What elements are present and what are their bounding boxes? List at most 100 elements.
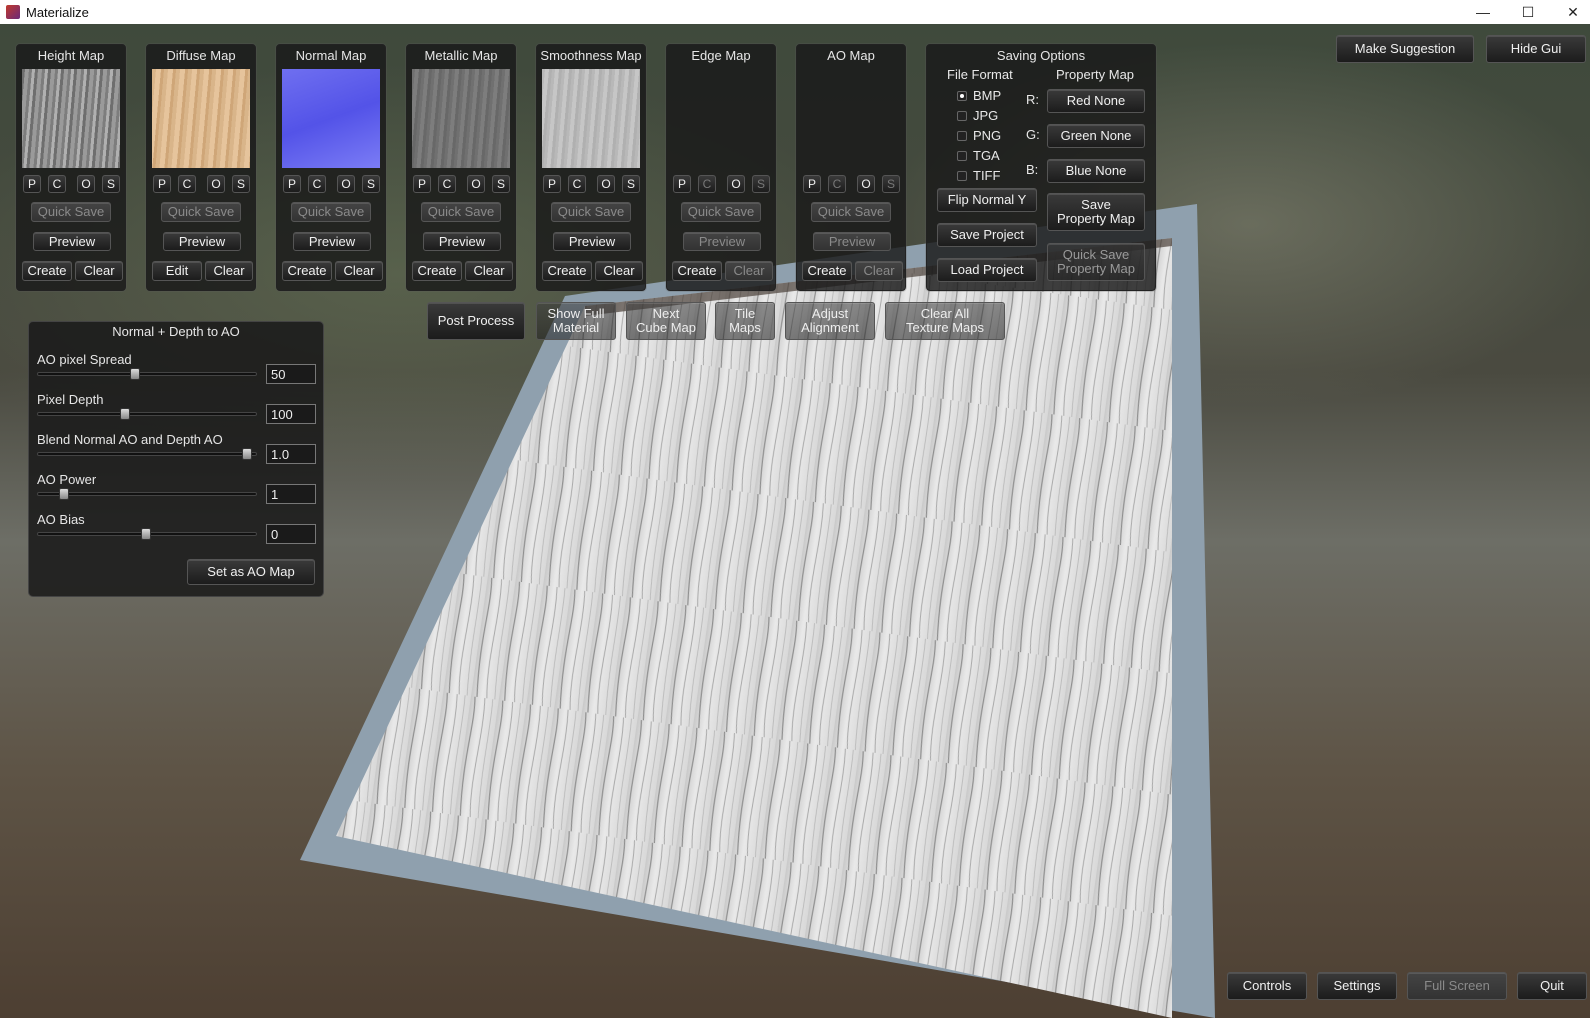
p-button[interactable]: P <box>283 175 301 193</box>
close-icon[interactable]: ✕ <box>1550 0 1590 24</box>
ao-bias-slider[interactable] <box>37 528 257 540</box>
quick-save-button[interactable]: Quick Save <box>161 202 241 222</box>
slider-thumb[interactable] <box>120 408 130 420</box>
format-option-png[interactable]: PNG <box>957 128 1001 143</box>
radio-icon[interactable] <box>957 110 967 121</box>
minimize-icon[interactable]: — <box>1460 0 1506 24</box>
create-button[interactable]: Create <box>412 261 462 281</box>
preview-button[interactable]: Preview <box>33 232 111 251</box>
quick-save-button[interactable]: Quick Save <box>681 202 761 222</box>
quick-save-button[interactable]: Quick Save <box>31 202 111 222</box>
p-button[interactable]: P <box>543 175 561 193</box>
c-button[interactable]: C <box>438 175 456 193</box>
preview-button[interactable]: Preview <box>553 232 631 251</box>
s-button[interactable]: S <box>752 175 770 193</box>
height-map-thumbnail[interactable] <box>22 69 120 168</box>
o-button[interactable]: O <box>597 175 615 193</box>
o-button[interactable]: O <box>467 175 485 193</box>
slider-thumb[interactable] <box>130 368 140 380</box>
set-as-ao-map-button[interactable]: Set as AO Map <box>187 559 315 585</box>
s-button[interactable]: S <box>102 175 120 193</box>
create-button[interactable]: Create <box>282 261 332 281</box>
radio-icon[interactable] <box>957 90 967 101</box>
c-button[interactable]: C <box>698 175 716 193</box>
quick-save-button[interactable]: Quick Save <box>291 202 371 222</box>
save-property-map-button[interactable]: Save Property Map <box>1047 193 1145 231</box>
s-button[interactable]: S <box>232 175 250 193</box>
preview-button[interactable]: Preview <box>163 232 241 251</box>
p-button[interactable]: P <box>23 175 41 193</box>
normal-map-thumbnail[interactable] <box>282 69 380 168</box>
load-project-button[interactable]: Load Project <box>937 258 1037 282</box>
show-full-material-button[interactable]: Show Full Material <box>536 302 616 340</box>
adjust-alignment-button[interactable]: Adjust Alignment <box>785 302 875 340</box>
p-button[interactable]: P <box>803 175 821 193</box>
create-button[interactable]: Create <box>22 261 72 281</box>
smoothness-map-thumbnail[interactable] <box>542 69 640 168</box>
save-project-button[interactable]: Save Project <box>937 223 1037 247</box>
ao-pixel-spread-slider[interactable] <box>37 368 257 380</box>
quit-button[interactable]: Quit <box>1517 972 1587 1000</box>
clear-all-texture-maps-button[interactable]: Clear All Texture Maps <box>885 302 1005 340</box>
format-option-bmp[interactable]: BMP <box>957 88 1001 103</box>
red-channel-button[interactable]: Red None <box>1047 89 1145 113</box>
clear-button[interactable]: Clear <box>335 261 383 281</box>
metallic-map-thumbnail[interactable] <box>412 69 510 168</box>
c-button[interactable]: C <box>48 175 66 193</box>
post-process-button[interactable]: Post Process <box>427 302 525 340</box>
s-button[interactable]: S <box>622 175 640 193</box>
blend-normal-ao-and-depth-ao-field[interactable]: 1.0 <box>266 444 316 464</box>
p-button[interactable]: P <box>413 175 431 193</box>
ao-bias-field[interactable]: 0 <box>266 524 316 544</box>
controls-button[interactable]: Controls <box>1227 972 1307 1000</box>
pixel-depth-field[interactable]: 100 <box>266 404 316 424</box>
quick-save-button[interactable]: Quick Save <box>421 202 501 222</box>
clear-button[interactable]: Clear <box>595 261 643 281</box>
maximize-icon[interactable]: ☐ <box>1505 0 1551 24</box>
quick-save-button[interactable]: Quick Save <box>551 202 631 222</box>
ao-pixel-spread-field[interactable]: 50 <box>266 364 316 384</box>
clear-button[interactable]: Clear <box>75 261 123 281</box>
diffuse-map-thumbnail[interactable] <box>152 69 250 168</box>
format-option-jpg[interactable]: JPG <box>957 108 998 123</box>
c-button[interactable]: C <box>178 175 196 193</box>
c-button[interactable]: C <box>308 175 326 193</box>
quick-save-button[interactable]: Quick Save <box>811 202 891 222</box>
radio-icon[interactable] <box>957 170 967 181</box>
full-screen-button[interactable]: Full Screen <box>1407 972 1507 1000</box>
next-cube-map-button[interactable]: Next Cube Map <box>626 302 706 340</box>
s-button[interactable]: S <box>492 175 510 193</box>
blue-channel-button[interactable]: Blue None <box>1047 159 1145 183</box>
s-button[interactable]: S <box>362 175 380 193</box>
radio-icon[interactable] <box>957 130 967 141</box>
preview-button[interactable]: Preview <box>293 232 371 251</box>
c-button[interactable]: C <box>828 175 846 193</box>
clear-button[interactable]: Clear <box>465 261 513 281</box>
format-option-tiff[interactable]: TIFF <box>957 168 1000 183</box>
clear-button[interactable]: Clear <box>855 261 903 281</box>
pixel-depth-slider[interactable] <box>37 408 257 420</box>
p-button[interactable]: P <box>153 175 171 193</box>
settings-button[interactable]: Settings <box>1317 972 1397 1000</box>
preview-button[interactable]: Preview <box>813 232 891 251</box>
s-button[interactable]: S <box>882 175 900 193</box>
quick-save-property-map-button[interactable]: Quick Save Property Map <box>1047 243 1145 281</box>
preview-button[interactable]: Preview <box>423 232 501 251</box>
create-button[interactable]: Create <box>542 261 592 281</box>
make-suggestion-button[interactable]: Make Suggestion <box>1336 35 1474 63</box>
clear-button[interactable]: Clear <box>725 261 773 281</box>
flip-normal-y-button[interactable]: Flip Normal Y <box>937 188 1037 212</box>
o-button[interactable]: O <box>727 175 745 193</box>
blend-normal-ao-and-depth-ao-slider[interactable] <box>37 448 257 460</box>
create-button[interactable]: Create <box>802 261 852 281</box>
ao-power-field[interactable]: 1 <box>266 484 316 504</box>
slider-thumb[interactable] <box>59 488 69 500</box>
c-button[interactable]: C <box>568 175 586 193</box>
ao-power-slider[interactable] <box>37 488 257 500</box>
o-button[interactable]: O <box>77 175 95 193</box>
o-button[interactable]: O <box>337 175 355 193</box>
green-channel-button[interactable]: Green None <box>1047 124 1145 148</box>
slider-thumb[interactable] <box>242 448 252 460</box>
slider-thumb[interactable] <box>141 528 151 540</box>
format-option-tga[interactable]: TGA <box>957 148 1000 163</box>
